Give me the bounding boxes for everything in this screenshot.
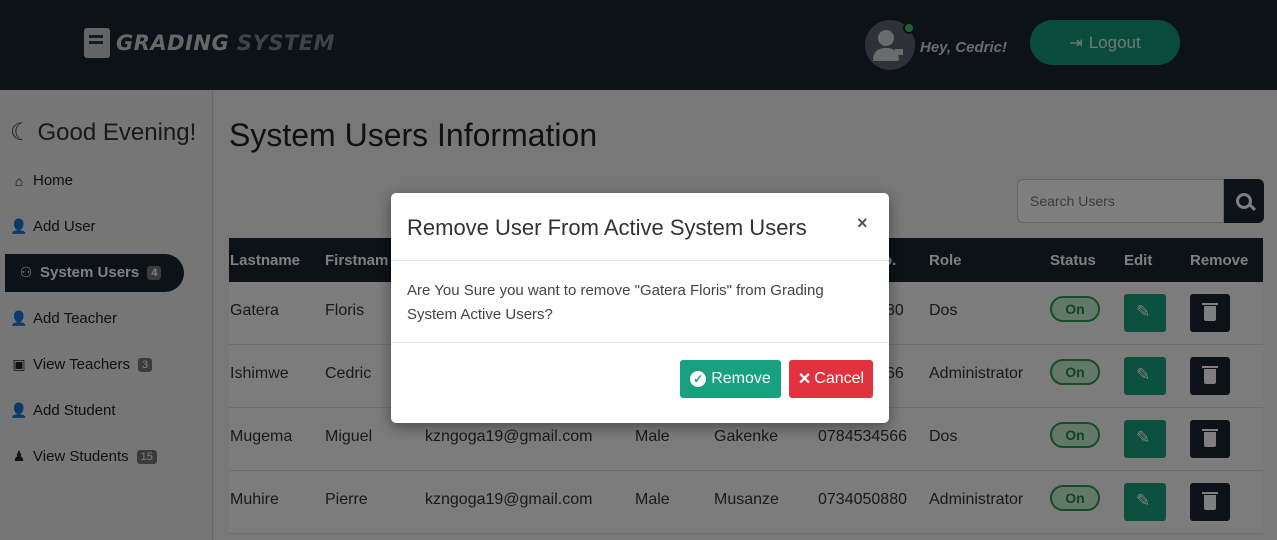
- close-icon: ✕: [797, 371, 812, 388]
- cancel-button[interactable]: ✕ Cancel: [789, 360, 873, 398]
- close-icon[interactable]: ×: [857, 213, 868, 234]
- modal-message: Are You Sure you want to remove "Gatera …: [407, 282, 824, 323]
- modal-header: Remove User From Active System Users ×: [391, 193, 889, 261]
- confirm-remove-button[interactable]: ✓ Remove: [680, 360, 781, 398]
- modal-title: Remove User From Active System Users: [407, 215, 807, 240]
- check-circle-icon: ✓: [690, 371, 707, 387]
- remove-user-modal: Remove User From Active System Users × A…: [391, 193, 889, 423]
- modal-footer: ✓ Remove ✕ Cancel: [391, 342, 889, 423]
- cancel-label: Cancel: [814, 370, 865, 387]
- remove-label: Remove: [711, 370, 771, 387]
